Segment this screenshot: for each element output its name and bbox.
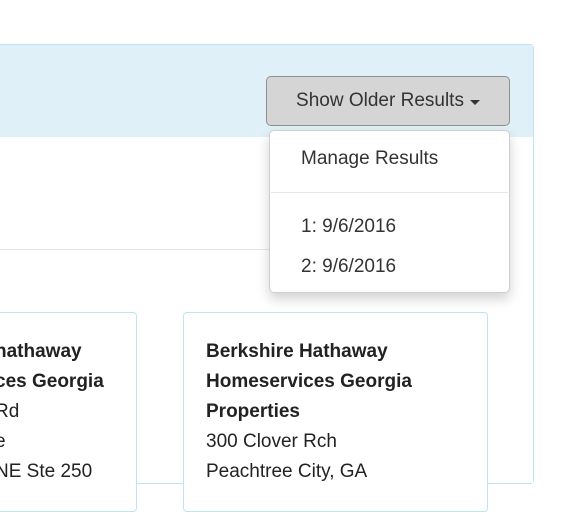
card-title-line: Homeservices Georgia	[206, 371, 412, 392]
menu-divider	[271, 192, 508, 193]
menu-item-result-1[interactable]: 1: 9/6/2016	[301, 216, 396, 238]
result-card[interactable]: Berkshire Hathaway Homeservices Georgia …	[183, 312, 488, 512]
result-card[interactable]: hathaway ces Georgia Rd e NE Ste 250	[0, 312, 137, 512]
card-address-line: NE Ste 250	[0, 461, 93, 482]
card-address-line: Peachtree City, GA	[206, 461, 368, 482]
older-results-menu: Manage Results 1: 9/6/2016 2: 9/6/2016	[269, 130, 510, 293]
card-address-line: e	[0, 431, 6, 452]
card-address-line: 300 Clover Rch	[206, 431, 337, 452]
caret-down-icon	[469, 99, 480, 105]
show-older-results-button[interactable]: Show Older Results	[266, 76, 510, 126]
card-title-line: Properties	[206, 401, 300, 422]
menu-item-manage-results[interactable]: Manage Results	[301, 148, 438, 170]
card-address-line: Rd	[0, 401, 20, 422]
card-title-line: Berkshire Hathaway	[206, 341, 388, 362]
menu-item-result-2[interactable]: 2: 9/6/2016	[301, 256, 396, 278]
show-older-results-label: Show Older Results	[296, 90, 464, 111]
card-title-line: ces Georgia	[0, 371, 104, 392]
card-title-line: hathaway	[0, 341, 82, 362]
